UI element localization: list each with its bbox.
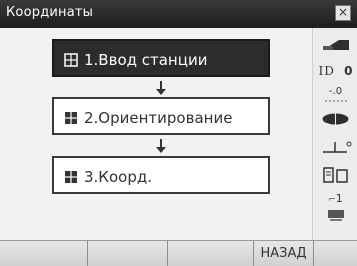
menu-panel: 1.Ввод станции 2.Ориентирование 3.Коорд. (0, 28, 312, 240)
menu-item-label: 3.Коорд. (84, 168, 152, 186)
softkey-label: НАЗАД (260, 246, 307, 261)
back-softkey[interactable]: НАЗАД (254, 241, 314, 266)
softkey-1[interactable] (0, 241, 88, 266)
menu-item-orientation[interactable]: 2.Ориентирование (52, 97, 270, 135)
arrow-down-icon (156, 81, 166, 95)
distance-mode-indicator: ID 0 (313, 64, 357, 82)
grid-icon (65, 112, 77, 124)
prism-underline-icon (325, 100, 347, 102)
page-number: 1 (335, 192, 343, 205)
menu-item-label: 1.Ввод станции (84, 51, 208, 69)
distance-mode-label: ID (318, 64, 335, 78)
status-sidebar: ID 0 -.0 ⌐1 (312, 28, 357, 240)
battery-icon (323, 40, 349, 50)
page-number-indicator: ⌐1 (328, 192, 343, 205)
memory-icon (323, 167, 348, 183)
distance-mode-value: 0 (344, 64, 353, 78)
softkey-3[interactable] (168, 241, 254, 266)
softkey-5[interactable] (314, 241, 357, 266)
arrow-down-icon (156, 139, 166, 153)
close-button[interactable]: × (335, 5, 351, 21)
window-title: Координаты (6, 5, 94, 20)
title-bar: Координаты × (0, 0, 357, 29)
tilt-compensation-icon (323, 141, 352, 153)
softkey-bar: НАЗАД (0, 240, 357, 266)
menu-item-label: 2.Ориентирование (84, 109, 233, 127)
close-icon: × (337, 5, 349, 19)
grid-icon (64, 53, 78, 67)
menu-item-coordinates[interactable]: 3.Коорд. (52, 156, 270, 194)
app-screen: Координаты × 1.Ввод станции 2.Ориентиров… (0, 0, 357, 266)
softkey-2[interactable] (88, 241, 168, 266)
target-icon (322, 113, 349, 125)
grid-icon (65, 171, 77, 183)
input-mode-icon (328, 210, 344, 221)
menu-item-station-input[interactable]: 1.Ввод станции (52, 39, 270, 77)
